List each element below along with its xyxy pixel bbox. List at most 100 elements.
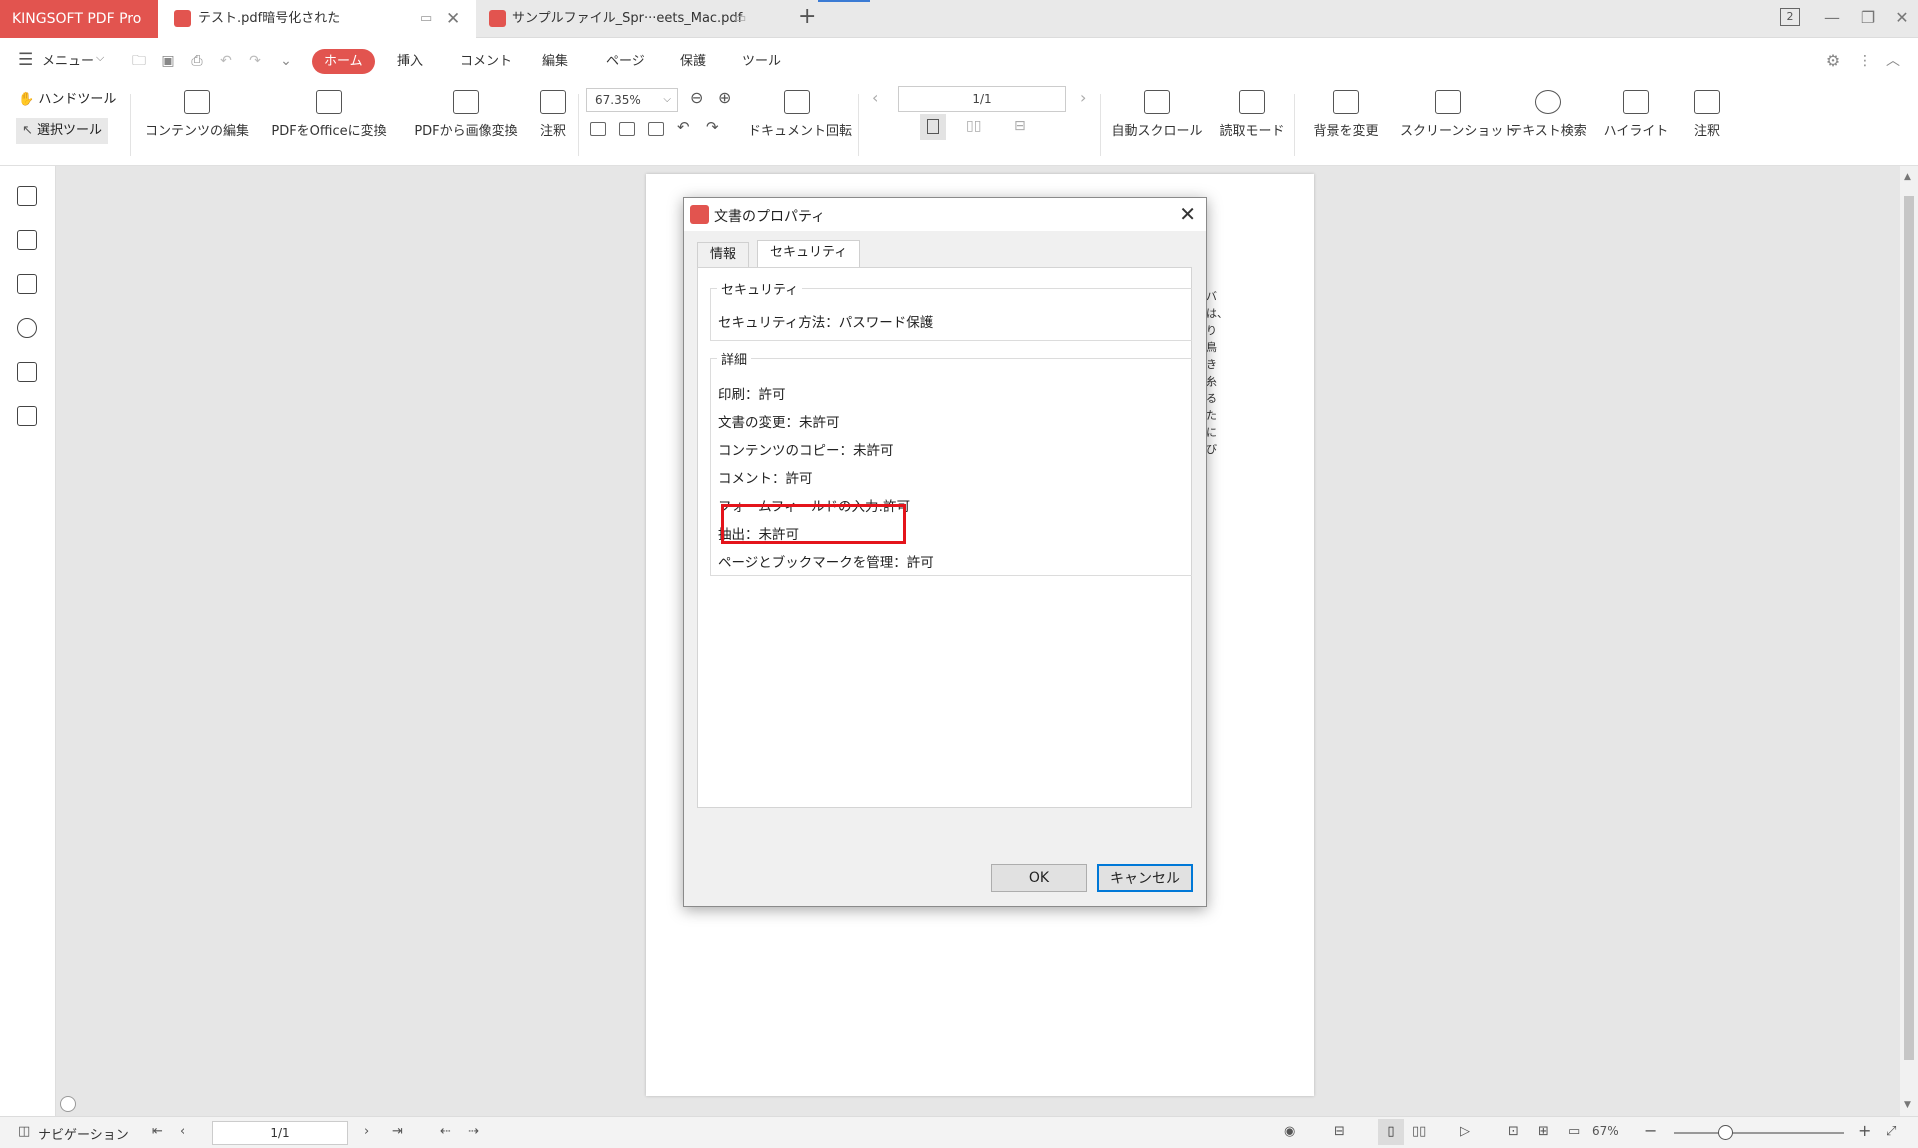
restore-icon[interactable]: ❐ [1852, 0, 1884, 38]
more-icon[interactable]: ⋮ [1856, 52, 1874, 70]
zoom-out-icon[interactable]: − [1644, 1121, 1657, 1140]
single-page-view-icon[interactable] [920, 114, 946, 140]
close-icon[interactable]: ✕ [1179, 202, 1196, 226]
annotate-button[interactable]: 注釈 [536, 90, 570, 139]
two-page-view-icon[interactable]: ▯▯ [1412, 1124, 1426, 1139]
next-page-icon[interactable]: › [364, 1124, 369, 1139]
undo-icon[interactable]: ↶ [217, 52, 235, 70]
actual-size-icon[interactable]: ⊡ [1508, 1124, 1519, 1139]
play-icon[interactable]: ▷ [1460, 1124, 1470, 1139]
continuous-view-icon[interactable]: ⊟ [1014, 118, 1026, 134]
window-count-badge[interactable]: 2 [1780, 8, 1800, 26]
auto-scroll-button[interactable]: 自動スクロール [1108, 90, 1206, 139]
rotate-right-icon[interactable]: ↷ [706, 118, 719, 136]
fullscreen-icon[interactable]: ⤢ [1886, 1124, 1896, 1139]
bookmark-icon[interactable] [17, 186, 37, 206]
chevron-down-icon[interactable]: ⌵ [96, 51, 104, 65]
fit-page-icon[interactable]: ⊞ [1538, 1124, 1549, 1139]
menu-button[interactable]: メニュー [42, 49, 94, 74]
attachment-icon[interactable] [17, 318, 37, 338]
sign-document-icon[interactable] [17, 406, 37, 426]
actual-size-icon[interactable] [590, 122, 606, 136]
status-page-input[interactable]: 1/1 [212, 1121, 348, 1145]
tab-tools[interactable]: ツール [742, 49, 781, 74]
select-tool[interactable]: ↖ 選択ツール [16, 118, 109, 144]
open-folder-icon[interactable]: 🗀 [130, 52, 148, 70]
fit-width-icon[interactable] [648, 122, 664, 136]
menu-icon[interactable]: ☰ [18, 50, 33, 70]
cancel-button[interactable]: キャンセル [1097, 864, 1193, 892]
navigation-panel-icon[interactable]: ◫ [18, 1124, 30, 1139]
tab-security[interactable]: セキュリティ [757, 240, 861, 268]
annotation-button[interactable]: 注釈 [1684, 90, 1730, 139]
collapse-ribbon-icon[interactable]: ︿ [1884, 52, 1902, 70]
left-sidebar [0, 166, 56, 1116]
zoom-select[interactable]: 67.35% ⌵ [586, 88, 678, 112]
scroll-down-icon[interactable]: ▼ [1904, 1100, 1911, 1110]
tab-edit[interactable]: 編集 [542, 49, 568, 74]
settings-icon[interactable]: ⚙ [1824, 52, 1842, 70]
status-zoom-value[interactable]: 67% [1592, 1124, 1619, 1138]
new-tab-icon[interactable]: + [798, 4, 816, 29]
pdf-to-image-button[interactable]: PDFから画像変換 [408, 90, 524, 139]
continuous-view-icon[interactable]: ⊟ [1334, 1124, 1345, 1139]
prev-page-icon[interactable]: ‹ [872, 88, 878, 107]
scroll-origin-handle[interactable] [60, 1096, 76, 1112]
change-background-button[interactable]: 背景を変更 [1304, 90, 1388, 139]
tab-document-2[interactable]: サンプルファイル_Spr···eets_Mac.pdf ▭ [476, 0, 796, 38]
rotate-document-button[interactable]: ドキュメント回転 [748, 90, 852, 139]
vertical-scrollbar[interactable]: ▲ ▼ [1900, 166, 1918, 1116]
tab-insert[interactable]: 挿入 [397, 49, 423, 74]
zoom-in-icon[interactable]: ⊕ [718, 88, 731, 107]
zoom-in-icon[interactable]: + [1858, 1121, 1871, 1140]
tab-protect[interactable]: 保護 [680, 49, 706, 74]
pdf-to-office-button[interactable]: PDFをOfficeに変換 [262, 90, 396, 139]
pin-icon[interactable]: ▭ [420, 0, 432, 38]
scroll-thumb[interactable] [1904, 196, 1914, 1060]
single-page-view-icon[interactable]: ▯ [1378, 1119, 1404, 1145]
scroll-up-icon[interactable]: ▲ [1904, 172, 1911, 182]
tab-page[interactable]: ページ [606, 49, 645, 74]
fit-page-icon[interactable] [619, 122, 635, 136]
tab-document-1[interactable]: テスト.pdf暗号化された ▭ ✕ [158, 0, 476, 38]
previous-view-icon[interactable]: ⇠ [440, 1124, 451, 1139]
page-input[interactable]: 1/1 [898, 86, 1066, 112]
fit-width-icon[interactable]: ▭ [1568, 1124, 1580, 1139]
prev-page-icon[interactable]: ‹ [180, 1124, 185, 1139]
zoom-slider-thumb[interactable] [1718, 1125, 1733, 1140]
next-view-icon[interactable]: ⇢ [468, 1124, 479, 1139]
zoom-out-icon[interactable]: ⊖ [690, 88, 703, 107]
save-icon[interactable]: ▣ [159, 52, 177, 70]
thumbnail-icon[interactable] [17, 230, 37, 250]
tab-home[interactable]: ホーム [312, 49, 375, 74]
rotate-document-icon [784, 90, 810, 114]
eye-icon[interactable]: ◉ [1284, 1124, 1295, 1139]
two-page-view-icon[interactable]: ▯▯ [966, 118, 981, 134]
text-search-button[interactable]: テキスト検索 [1508, 90, 1588, 139]
close-window-icon[interactable]: ✕ [1886, 0, 1918, 38]
edit-content-button[interactable]: コンテンツの編集 [142, 90, 252, 139]
navigation-label[interactable]: ナビゲーション [38, 1124, 129, 1143]
read-mode-button[interactable]: 読取モード [1218, 90, 1286, 139]
ok-button[interactable]: OK [991, 864, 1087, 892]
zoom-slider-track[interactable] [1674, 1132, 1844, 1134]
rotate-left-icon[interactable]: ↶ [677, 118, 690, 136]
detail-group-title: 詳細 [717, 349, 752, 368]
signature-icon[interactable] [17, 362, 37, 382]
screenshot-button[interactable]: スクリーンショット [1400, 90, 1516, 139]
highlight-button[interactable]: ハイライト [1600, 90, 1672, 139]
hand-tool[interactable]: ✋ ハンドツール [18, 88, 116, 112]
page-vertical-text: バは、り鳥き糸るたにび [1206, 290, 1228, 456]
tab-info[interactable]: 情報 [697, 242, 750, 267]
tab-comment[interactable]: コメント [460, 49, 512, 74]
comment-icon[interactable] [17, 274, 37, 294]
redo-icon[interactable]: ↷ [246, 52, 264, 70]
close-icon[interactable]: ✕ [446, 0, 460, 38]
minimize-icon[interactable]: — [1816, 0, 1848, 38]
next-page-icon[interactable]: › [1080, 88, 1086, 107]
last-page-icon[interactable]: ⇥ [392, 1124, 403, 1139]
first-page-icon[interactable]: ⇤ [152, 1124, 163, 1139]
print-icon[interactable]: ⎙ [188, 52, 206, 70]
pin-icon[interactable]: ▭ [734, 0, 746, 38]
quick-access-dropdown-icon[interactable]: ⌄ [277, 52, 295, 70]
